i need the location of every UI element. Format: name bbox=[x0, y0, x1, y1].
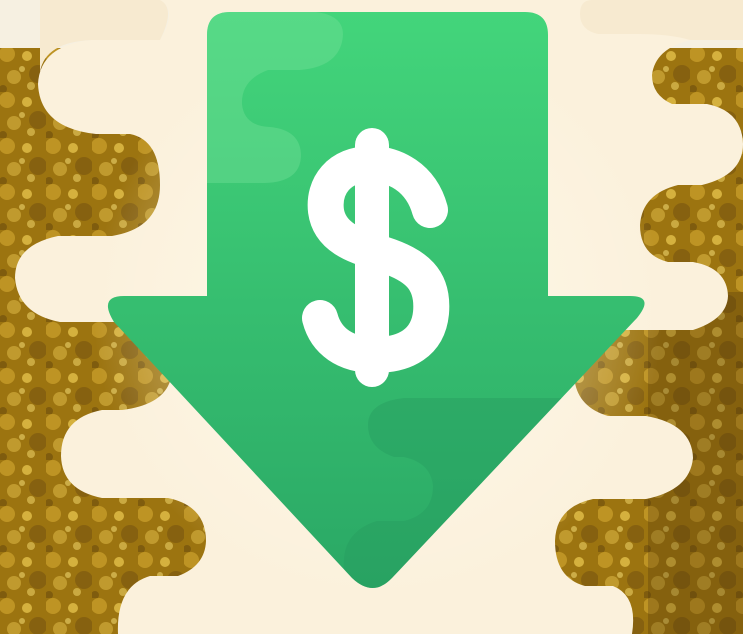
download-dollar-illustration bbox=[0, 0, 743, 634]
top-right-cream-cloud bbox=[580, 0, 743, 40]
illustration-canvas bbox=[0, 0, 743, 634]
